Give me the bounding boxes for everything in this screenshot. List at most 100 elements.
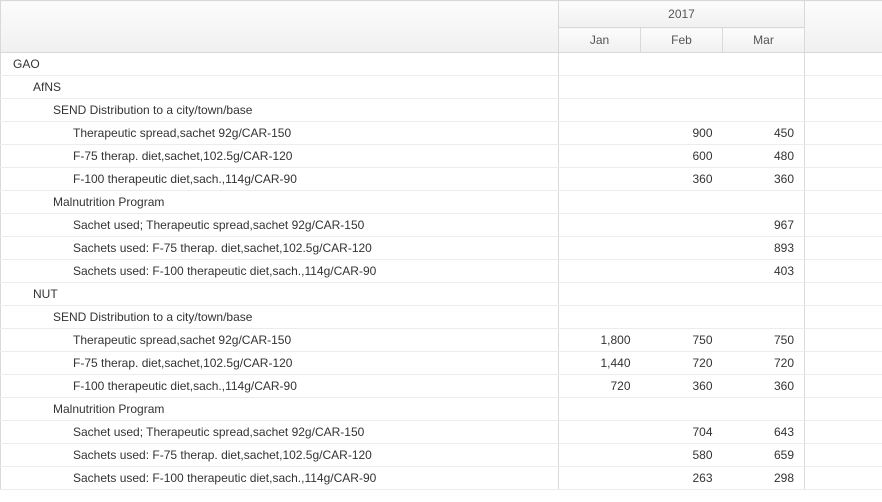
table-row[interactable]: GAO: [1, 53, 882, 76]
row-label-text: Sachets used: F-75 therap. diet,sachet,1…: [1, 448, 372, 462]
table-row[interactable]: F-100 therapeutic diet,sach.,114g/CAR-90…: [1, 375, 882, 398]
cell-value: 643: [723, 421, 805, 444]
cell-tail: [805, 375, 882, 398]
cell-value: [559, 306, 641, 329]
row-label[interactable]: GAO: [1, 53, 559, 76]
row-label-text: GAO: [1, 57, 40, 71]
header-month-mar[interactable]: Mar: [723, 28, 805, 53]
cell-value: 1,800: [559, 329, 641, 352]
header-month-feb[interactable]: Feb: [641, 28, 723, 53]
table-row[interactable]: Sachets used: F-75 therap. diet,sachet,1…: [1, 444, 882, 467]
row-label[interactable]: AfNS: [1, 76, 559, 99]
cell-value: 600: [641, 145, 723, 168]
cell-tail: [805, 168, 882, 191]
header-month-jan[interactable]: Jan: [559, 28, 641, 53]
table-row[interactable]: NUT: [1, 283, 882, 306]
cell-value: 450: [723, 122, 805, 145]
cell-value: [559, 421, 641, 444]
cell-tail: [805, 76, 882, 99]
table-row[interactable]: F-100 therapeutic diet,sach.,114g/CAR-90…: [1, 168, 882, 191]
cell-value: [559, 99, 641, 122]
row-label-text: NUT: [1, 287, 58, 301]
cell-tail: [805, 53, 882, 76]
row-label[interactable]: F-100 therapeutic diet,sach.,114g/CAR-90: [1, 375, 559, 398]
cell-value: [559, 283, 641, 306]
row-label[interactable]: Malnutrition Program: [1, 398, 559, 421]
cell-value: [559, 467, 641, 490]
row-label[interactable]: F-75 therap. diet,sachet,102.5g/CAR-120: [1, 352, 559, 375]
pivot-table: 2017 Jan Feb Mar GAOAfNSSEND Distributio…: [0, 0, 882, 490]
row-label-text: Therapeutic spread,sachet 92g/CAR-150: [1, 126, 291, 140]
row-label[interactable]: Sachet used; Therapeutic spread,sachet 9…: [1, 214, 559, 237]
cell-value: [559, 122, 641, 145]
table-row[interactable]: Therapeutic spread,sachet 92g/CAR-1501,8…: [1, 329, 882, 352]
header-tail: [805, 1, 882, 53]
cell-value: 580: [641, 444, 723, 467]
cell-value: 659: [723, 444, 805, 467]
table-row[interactable]: F-75 therap. diet,sachet,102.5g/CAR-1201…: [1, 352, 882, 375]
row-label-text: Sachets used: F-75 therap. diet,sachet,1…: [1, 241, 372, 255]
cell-value: [559, 444, 641, 467]
table-row[interactable]: Sachets used: F-100 therapeutic diet,sac…: [1, 260, 882, 283]
cell-value: 263: [641, 467, 723, 490]
row-label-text: Malnutrition Program: [1, 402, 164, 416]
cell-value: 900: [641, 122, 723, 145]
row-label-text: Malnutrition Program: [1, 195, 164, 209]
row-label[interactable]: Therapeutic spread,sachet 92g/CAR-150: [1, 122, 559, 145]
cell-value: 704: [641, 421, 723, 444]
table-row[interactable]: Sachets used: F-75 therap. diet,sachet,1…: [1, 237, 882, 260]
table-row[interactable]: AfNS: [1, 76, 882, 99]
row-label-text: F-75 therap. diet,sachet,102.5g/CAR-120: [1, 149, 292, 163]
table-row[interactable]: F-75 therap. diet,sachet,102.5g/CAR-120 6…: [1, 145, 882, 168]
cell-tail: [805, 260, 882, 283]
cell-value: 720: [641, 352, 723, 375]
table-row[interactable]: Therapeutic spread,sachet 92g/CAR-150 900…: [1, 122, 882, 145]
row-label[interactable]: Therapeutic spread,sachet 92g/CAR-150: [1, 329, 559, 352]
cell-tail: [805, 421, 882, 444]
cell-value: [641, 53, 723, 76]
cell-tail: [805, 214, 882, 237]
cell-value: [559, 145, 641, 168]
cell-value: [723, 398, 805, 421]
cell-tail: [805, 122, 882, 145]
cell-value: 480: [723, 145, 805, 168]
row-label[interactable]: NUT: [1, 283, 559, 306]
cell-value: [641, 283, 723, 306]
table-row[interactable]: Sachet used; Therapeutic spread,sachet 9…: [1, 421, 882, 444]
table-row[interactable]: Sachets used: F-100 therapeutic diet,sac…: [1, 467, 882, 490]
row-label[interactable]: Sachets used: F-75 therap. diet,sachet,1…: [1, 237, 559, 260]
row-label[interactable]: Sachets used: F-75 therap. diet,sachet,1…: [1, 444, 559, 467]
cell-value: [641, 191, 723, 214]
row-label-text: Sachet used; Therapeutic spread,sachet 9…: [1, 218, 364, 232]
table-row[interactable]: SEND Distribution to a city/town/base: [1, 99, 882, 122]
row-label[interactable]: F-100 therapeutic diet,sach.,114g/CAR-90: [1, 168, 559, 191]
row-label[interactable]: SEND Distribution to a city/town/base: [1, 306, 559, 329]
row-label[interactable]: SEND Distribution to a city/town/base: [1, 99, 559, 122]
cell-value: [559, 398, 641, 421]
cell-value: 1,440: [559, 352, 641, 375]
row-label[interactable]: Sachet used; Therapeutic spread,sachet 9…: [1, 421, 559, 444]
cell-value: [559, 168, 641, 191]
cell-value: [723, 191, 805, 214]
row-label-text: Sachets used: F-100 therapeutic diet,sac…: [1, 471, 376, 485]
cell-value: [641, 99, 723, 122]
table-row[interactable]: SEND Distribution to a city/town/base: [1, 306, 882, 329]
table-row[interactable]: Malnutrition Program: [1, 191, 882, 214]
row-label[interactable]: Sachets used: F-100 therapeutic diet,sac…: [1, 260, 559, 283]
row-label[interactable]: F-75 therap. diet,sachet,102.5g/CAR-120: [1, 145, 559, 168]
cell-tail: [805, 237, 882, 260]
table-row[interactable]: Sachet used; Therapeutic spread,sachet 9…: [1, 214, 882, 237]
cell-tail: [805, 191, 882, 214]
cell-value: [641, 237, 723, 260]
cell-value: [641, 214, 723, 237]
cell-value: 750: [723, 329, 805, 352]
header-corner: [1, 1, 559, 53]
row-label-text: SEND Distribution to a city/town/base: [1, 310, 252, 324]
table-row[interactable]: Malnutrition Program: [1, 398, 882, 421]
cell-value: [641, 260, 723, 283]
row-label[interactable]: Malnutrition Program: [1, 191, 559, 214]
cell-value: [559, 191, 641, 214]
row-label[interactable]: Sachets used: F-100 therapeutic diet,sac…: [1, 467, 559, 490]
cell-value: 720: [723, 352, 805, 375]
header-year[interactable]: 2017: [559, 1, 805, 28]
